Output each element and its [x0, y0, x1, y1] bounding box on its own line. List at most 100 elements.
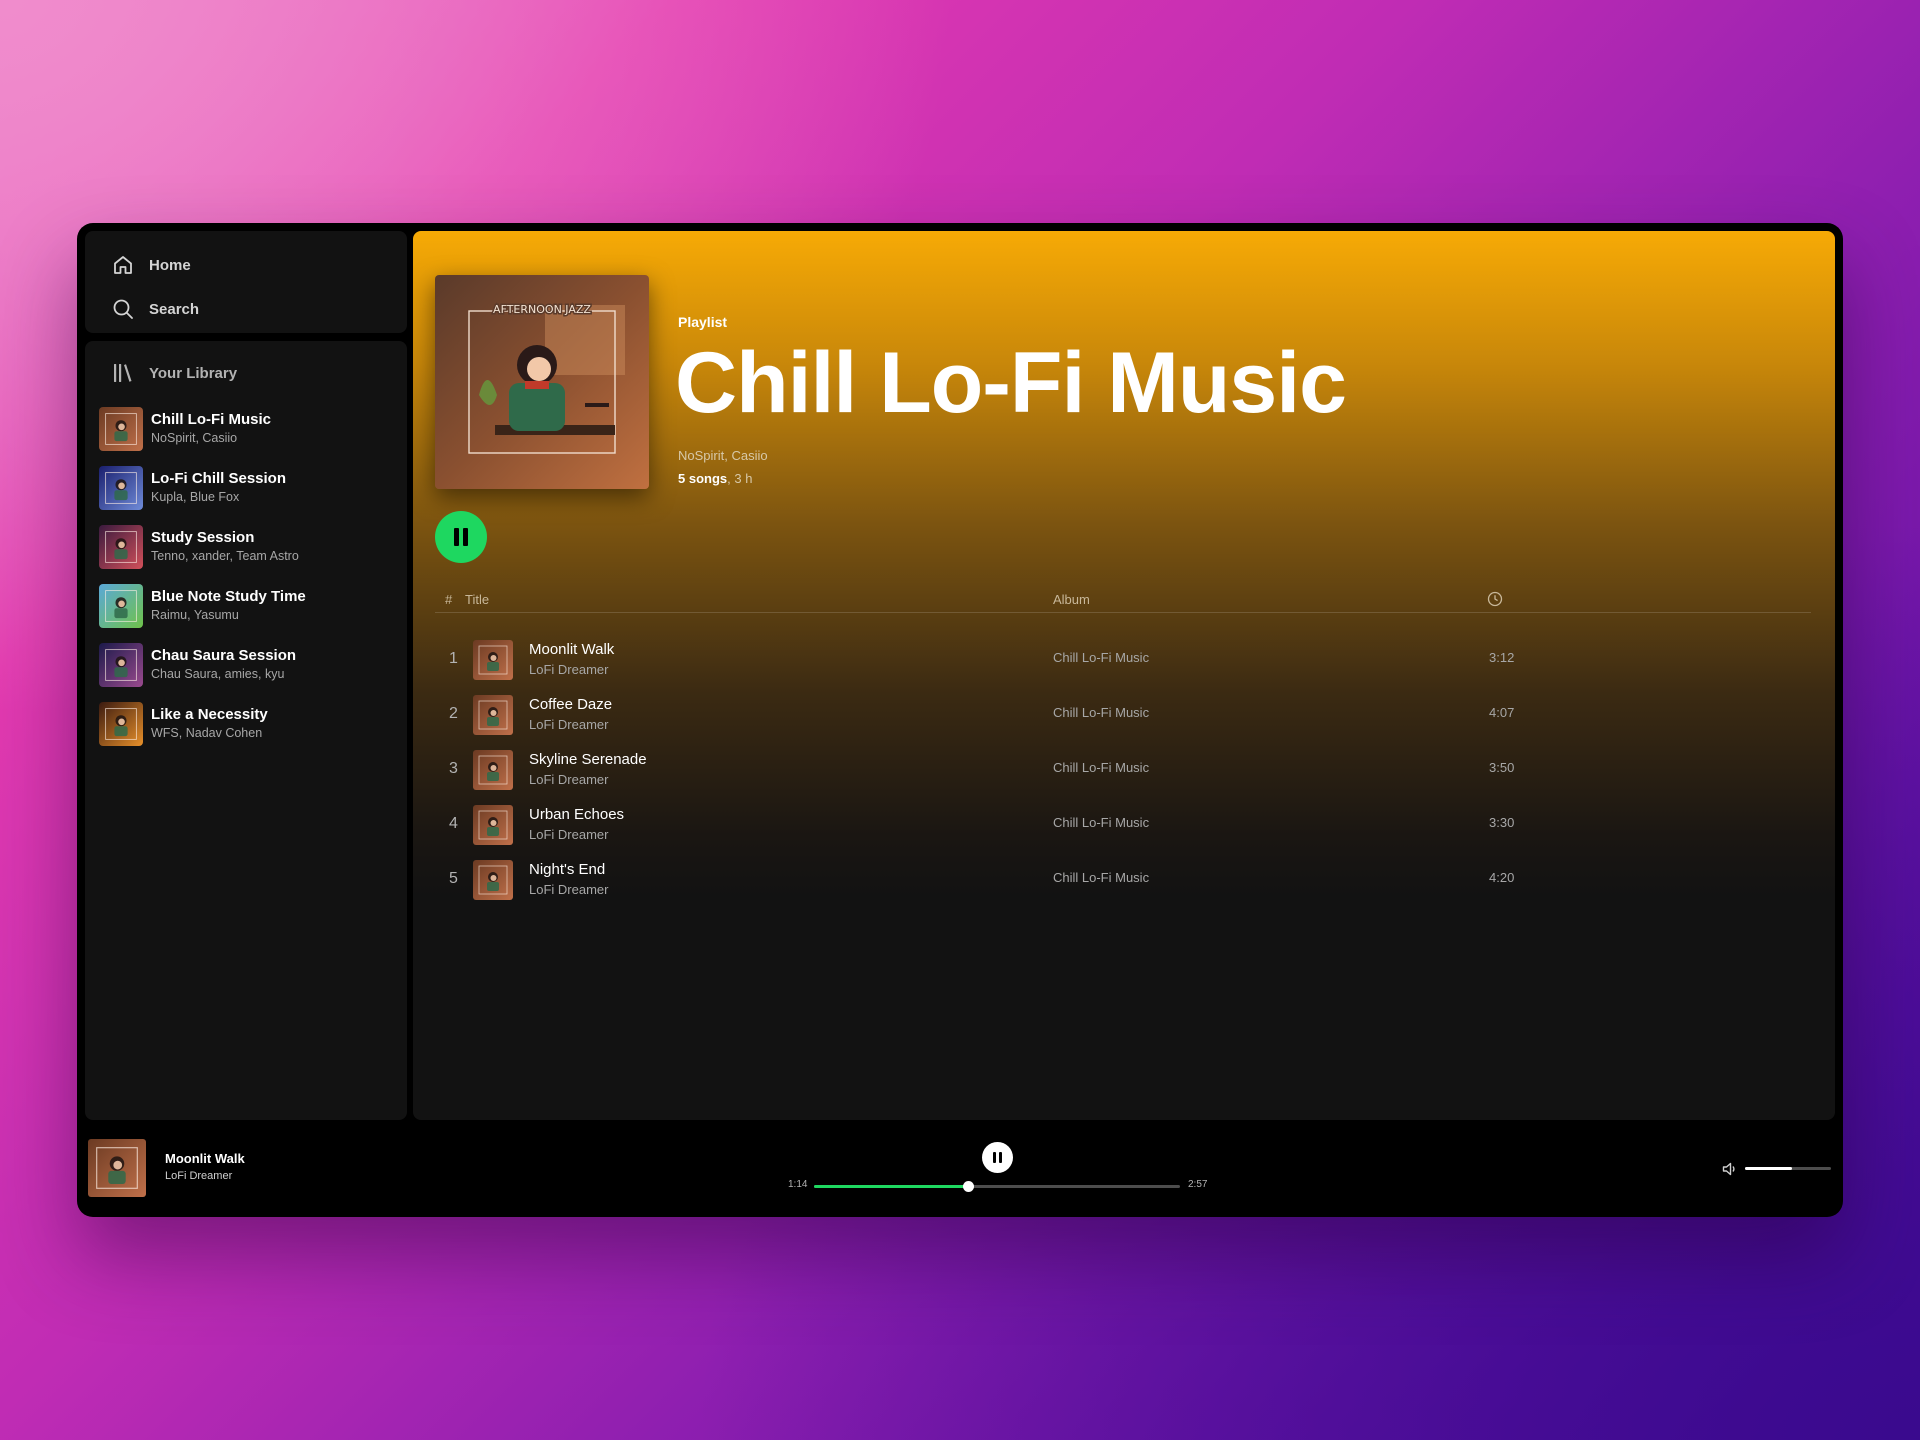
library-item-title: Chau Saura Session: [151, 647, 297, 664]
track-album[interactable]: Chill Lo-Fi Music: [1053, 650, 1149, 665]
playlist-thumbnail: [99, 701, 143, 746]
track-thumbnail: [473, 750, 513, 790]
clock-icon[interactable]: [1487, 591, 1503, 610]
library-item-title: Like a Necessity: [151, 706, 268, 723]
track-duration: 4:20: [1489, 870, 1515, 885]
volume-slider[interactable]: [1745, 1167, 1831, 1170]
track-artist[interactable]: LoFi Dreamer: [529, 717, 608, 732]
total-time: 2:57: [1188, 1179, 1208, 1190]
playlist-thumbnail: [99, 524, 143, 569]
track-title: Night's End: [529, 861, 606, 878]
track-album[interactable]: Chill Lo-Fi Music: [1053, 870, 1149, 885]
home-icon: [114, 256, 132, 274]
song-count: 5 songs: [678, 471, 728, 486]
pause-icon: [993, 1152, 996, 1163]
library-item[interactable]: Study Session Tenno, xander, Team Astro: [85, 517, 407, 576]
search-icon: [113, 299, 133, 319]
library-item-title: Chill Lo-Fi Music: [151, 411, 271, 428]
player-pause-button[interactable]: [982, 1142, 1013, 1173]
library-item[interactable]: Chill Lo-Fi Music NoSpirit, Casiio: [85, 399, 407, 458]
library-item-subtitle: Chau Saura, amies, kyu: [151, 667, 285, 681]
app-window: Home Search Your Library Chill Lo-Fi Mus…: [77, 223, 1843, 1217]
nav-search[interactable]: Search: [85, 287, 407, 331]
track-album[interactable]: Chill Lo-Fi Music: [1053, 760, 1149, 775]
track-artist[interactable]: LoFi Dreamer: [529, 662, 608, 677]
pause-icon: [463, 528, 468, 546]
track-duration: 3:50: [1489, 760, 1515, 775]
track-row[interactable]: 1 Moonlit Walk LoFi Dreamer Chill Lo-Fi …: [435, 633, 1811, 688]
now-playing-thumbnail[interactable]: [88, 1139, 146, 1197]
track-thumbnail: [473, 640, 513, 680]
track-duration: 3:30: [1489, 815, 1515, 830]
library-item-subtitle: Tenno, xander, Team Astro: [151, 549, 299, 563]
playlist-thumbnail: [99, 465, 143, 510]
column-number: #: [445, 592, 453, 607]
track-thumbnail: [473, 695, 513, 735]
elapsed-time: 1:14: [788, 1179, 808, 1190]
library-list: Chill Lo-Fi Music NoSpirit, Casiio Lo-Fi…: [85, 399, 407, 753]
nav-home-label: Home: [149, 256, 191, 274]
pause-icon: [454, 528, 459, 546]
track-row[interactable]: 4 Urban Echoes LoFi Dreamer Chill Lo-Fi …: [435, 798, 1811, 853]
cover-art-text: AFTERNOON JAZZ: [493, 303, 591, 316]
library-item-subtitle: NoSpirit, Casiio: [151, 431, 238, 445]
track-number: 1: [449, 650, 458, 667]
volume-icon[interactable]: [1721, 1160, 1739, 1178]
library-icon: [114, 364, 132, 382]
track-title: Moonlit Walk: [529, 641, 615, 658]
track-thumbnail: [473, 860, 513, 900]
library-panel: Your Library Chill Lo-Fi Music NoSpirit,…: [85, 341, 407, 1120]
volume-fill: [1745, 1167, 1793, 1170]
track-number: 4: [449, 815, 458, 832]
nav-home[interactable]: Home: [85, 243, 407, 287]
playlist-artists[interactable]: NoSpirit, Casiio: [678, 448, 768, 463]
progress-handle[interactable]: [962, 1181, 974, 1192]
track-thumbnail: [473, 805, 513, 845]
progress-bar[interactable]: [814, 1181, 1180, 1192]
playlist-thumbnail: [99, 406, 143, 451]
playlist-title: Chill Lo-Fi Music: [675, 335, 1347, 431]
library-item[interactable]: Lo-Fi Chill Session Kupla, Blue Fox: [85, 458, 407, 517]
library-header[interactable]: Your Library: [85, 353, 407, 393]
track-artist[interactable]: LoFi Dreamer: [529, 772, 608, 787]
playlist-cover-art: AFTERNOON JAZZ: [435, 275, 649, 489]
playlist-type-label: Playlist: [678, 314, 728, 330]
library-item-subtitle: WFS, Nadav Cohen: [151, 726, 263, 740]
library-item[interactable]: Chau Saura Session Chau Saura, amies, ky…: [85, 635, 407, 694]
library-item[interactable]: Like a Necessity WFS, Nadav Cohen: [85, 694, 407, 753]
nav-panel: Home Search: [85, 231, 407, 333]
track-album[interactable]: Chill Lo-Fi Music: [1053, 705, 1149, 720]
now-playing-artist[interactable]: LoFi Dreamer: [165, 1170, 232, 1182]
now-playing-title[interactable]: Moonlit Walk: [165, 1151, 245, 1166]
track-row[interactable]: 3 Skyline Serenade LoFi Dreamer Chill Lo…: [435, 743, 1811, 798]
library-item-title: Study Session: [151, 529, 255, 546]
track-album[interactable]: Chill Lo-Fi Music: [1053, 815, 1149, 830]
column-album[interactable]: Album: [1053, 592, 1090, 607]
track-title: Skyline Serenade: [529, 751, 647, 768]
library-item-subtitle: Kupla, Blue Fox: [151, 490, 240, 504]
pause-icon: [999, 1152, 1002, 1163]
library-item-title: Blue Note Study Time: [151, 588, 306, 605]
track-table-header: # Title Album: [435, 589, 1811, 613]
track-row[interactable]: 5 Night's End LoFi Dreamer Chill Lo-Fi M…: [435, 853, 1811, 908]
column-title[interactable]: Title: [465, 592, 489, 607]
track-artist[interactable]: LoFi Dreamer: [529, 827, 608, 842]
track-title: Coffee Daze: [529, 696, 613, 713]
track-duration: 4:07: [1489, 705, 1515, 720]
track-row[interactable]: 2 Coffee Daze LoFi Dreamer Chill Lo-Fi M…: [435, 688, 1811, 743]
track-number: 5: [449, 870, 458, 887]
playlist-duration: , 3 h: [727, 471, 753, 486]
track-artist[interactable]: LoFi Dreamer: [529, 882, 608, 897]
library-title: Your Library: [149, 364, 238, 382]
library-item-title: Lo-Fi Chill Session: [151, 470, 287, 487]
pause-button[interactable]: [435, 511, 487, 563]
playlist-view: AFTERNOON JAZZ Playlist Chill Lo-Fi Musi…: [413, 231, 1835, 1120]
playlist-thumbnail: [99, 583, 143, 628]
library-item[interactable]: Blue Note Study Time Raimu, Yasumu: [85, 576, 407, 635]
progress-fill: [814, 1185, 968, 1188]
playlist-meta: 5 songs, 3 h: [678, 471, 752, 486]
track-number: 3: [449, 760, 458, 777]
nav-search-label: Search: [149, 300, 200, 318]
library-item-subtitle: Raimu, Yasumu: [151, 608, 239, 622]
track-number: 2: [449, 705, 458, 722]
